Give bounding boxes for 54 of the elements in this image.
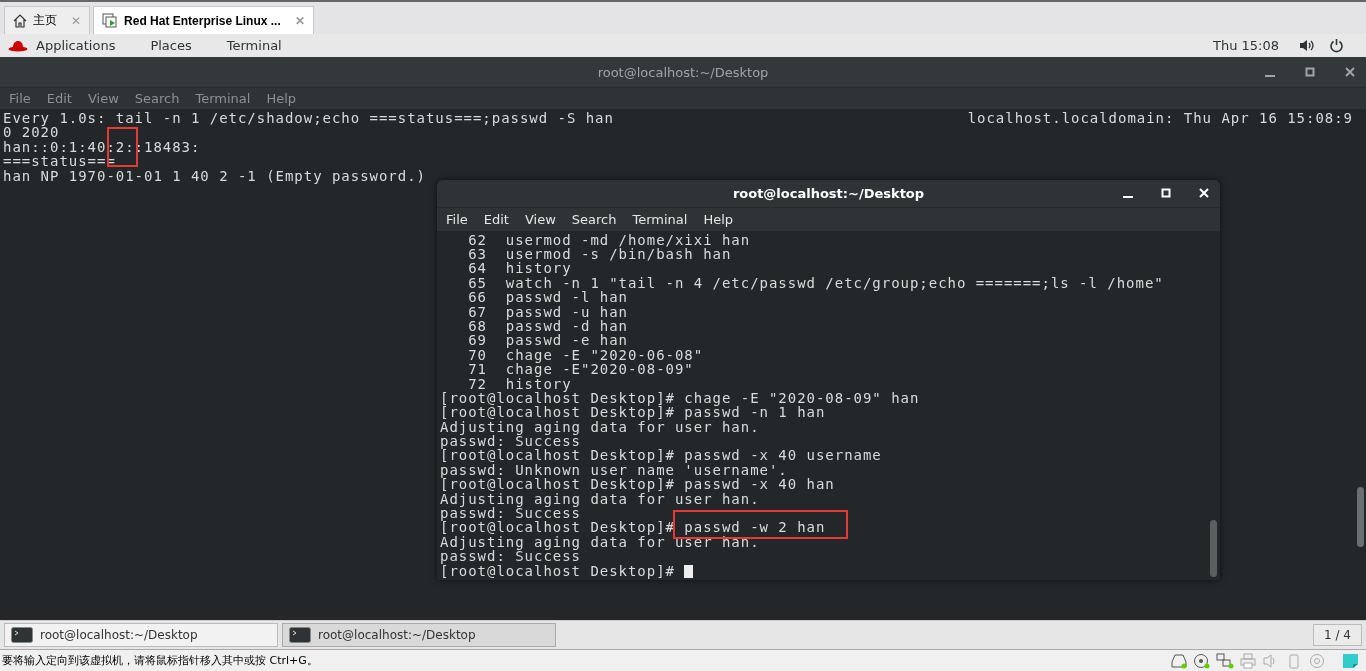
scrollbar[interactable] [1210,520,1217,577]
vm-tab[interactable]: Red Hat Enterprise Linux ... ✕ [93,6,314,34]
terminal-line: localhost.localdomain: Thu Apr 16 15:08:9 [967,111,1353,126]
menu-item[interactable]: Edit [482,211,510,227]
terminal-icon [11,627,33,643]
top-menu-item[interactable]: Applications [36,38,116,53]
window-title: root@localhost:~/Desktop [597,64,769,80]
taskbar-button[interactable]: root@localhost:~/Desktop [4,623,278,647]
disc-icon[interactable] [1193,652,1211,669]
workspace-indicator[interactable]: 1 / 4 [1313,624,1362,646]
vm-icon [102,12,119,29]
home-icon [13,13,27,28]
menu-item[interactable]: Help [265,91,298,106]
menu-item[interactable]: Terminal [194,91,252,106]
terminal-line: 0 2020 [3,124,60,141]
menu-item[interactable]: Terminal [631,211,689,227]
note-icon[interactable] [1341,652,1361,669]
terminal-line: 69 passwd -e han [467,332,628,349]
terminal-line: 71 chage -E"2020-08-09" [467,361,694,378]
menu-item[interactable]: Help [702,211,735,227]
menu-item[interactable]: Search [570,211,618,227]
terminal-line: Every 1.0s: tail -n 1 /etc/shadow;echo ===status===;passwd -S han [3,111,614,126]
vm-tab[interactable]: 主页 ✕ [4,6,91,34]
menu-item[interactable]: Edit [45,91,73,106]
terminal-icon [289,627,311,643]
menu-item[interactable]: Search [133,91,181,106]
terminal-line: 62 usermod -md /home/xixi han [467,231,751,248]
scrollbar[interactable] [1357,487,1364,547]
network-icon[interactable] [1216,652,1234,669]
terminal-line: 63 usermod -s /bin/bash han [467,246,732,262]
volume-icon[interactable] [1299,39,1315,52]
clock[interactable]: Thu 15:08 [1213,38,1279,53]
power-icon[interactable] [1329,38,1344,53]
terminal-line: passwd: Success [440,505,581,522]
top-menu-item[interactable]: Terminal [226,38,282,53]
menu-item[interactable]: File [445,211,469,227]
hat-icon [8,39,28,52]
top-menu-item[interactable]: Places [150,38,192,53]
terminal-line: [root@localhost Desktop]# passwd -n 1 han [440,404,826,421]
terminal-line: [root@localhost Desktop]# passwd -x 40 han [440,476,835,493]
terminal-line: [root@localhost Desktop]# passwd -w 2 han [440,519,826,536]
status-message: 要将输入定向到该虚拟机，请将鼠标指针移入其中或按 Ctrl+G。 [2,653,318,668]
taskbar-button[interactable]: root@localhost:~/Desktop [282,623,556,647]
window-title: root@localhost:~/Desktop [732,185,925,201]
maximize-icon[interactable] [1160,187,1172,200]
menu-item[interactable]: View [86,91,120,106]
terminal-line: 66 passwd -l han [467,289,628,306]
terminal-line: passwd: Success [440,433,581,450]
terminal-line: han NP 1970-01-01 1 40 2 -1 (Empty password.) [3,167,426,184]
menu-item[interactable]: View [523,211,557,227]
menu-item[interactable]: File [8,91,32,106]
terminal-line: 64 history [467,260,572,277]
terminal-line: passwd: Success [440,548,581,565]
terminal-line: [root@localhost Desktop]# passwd -x 40 username [440,447,882,464]
